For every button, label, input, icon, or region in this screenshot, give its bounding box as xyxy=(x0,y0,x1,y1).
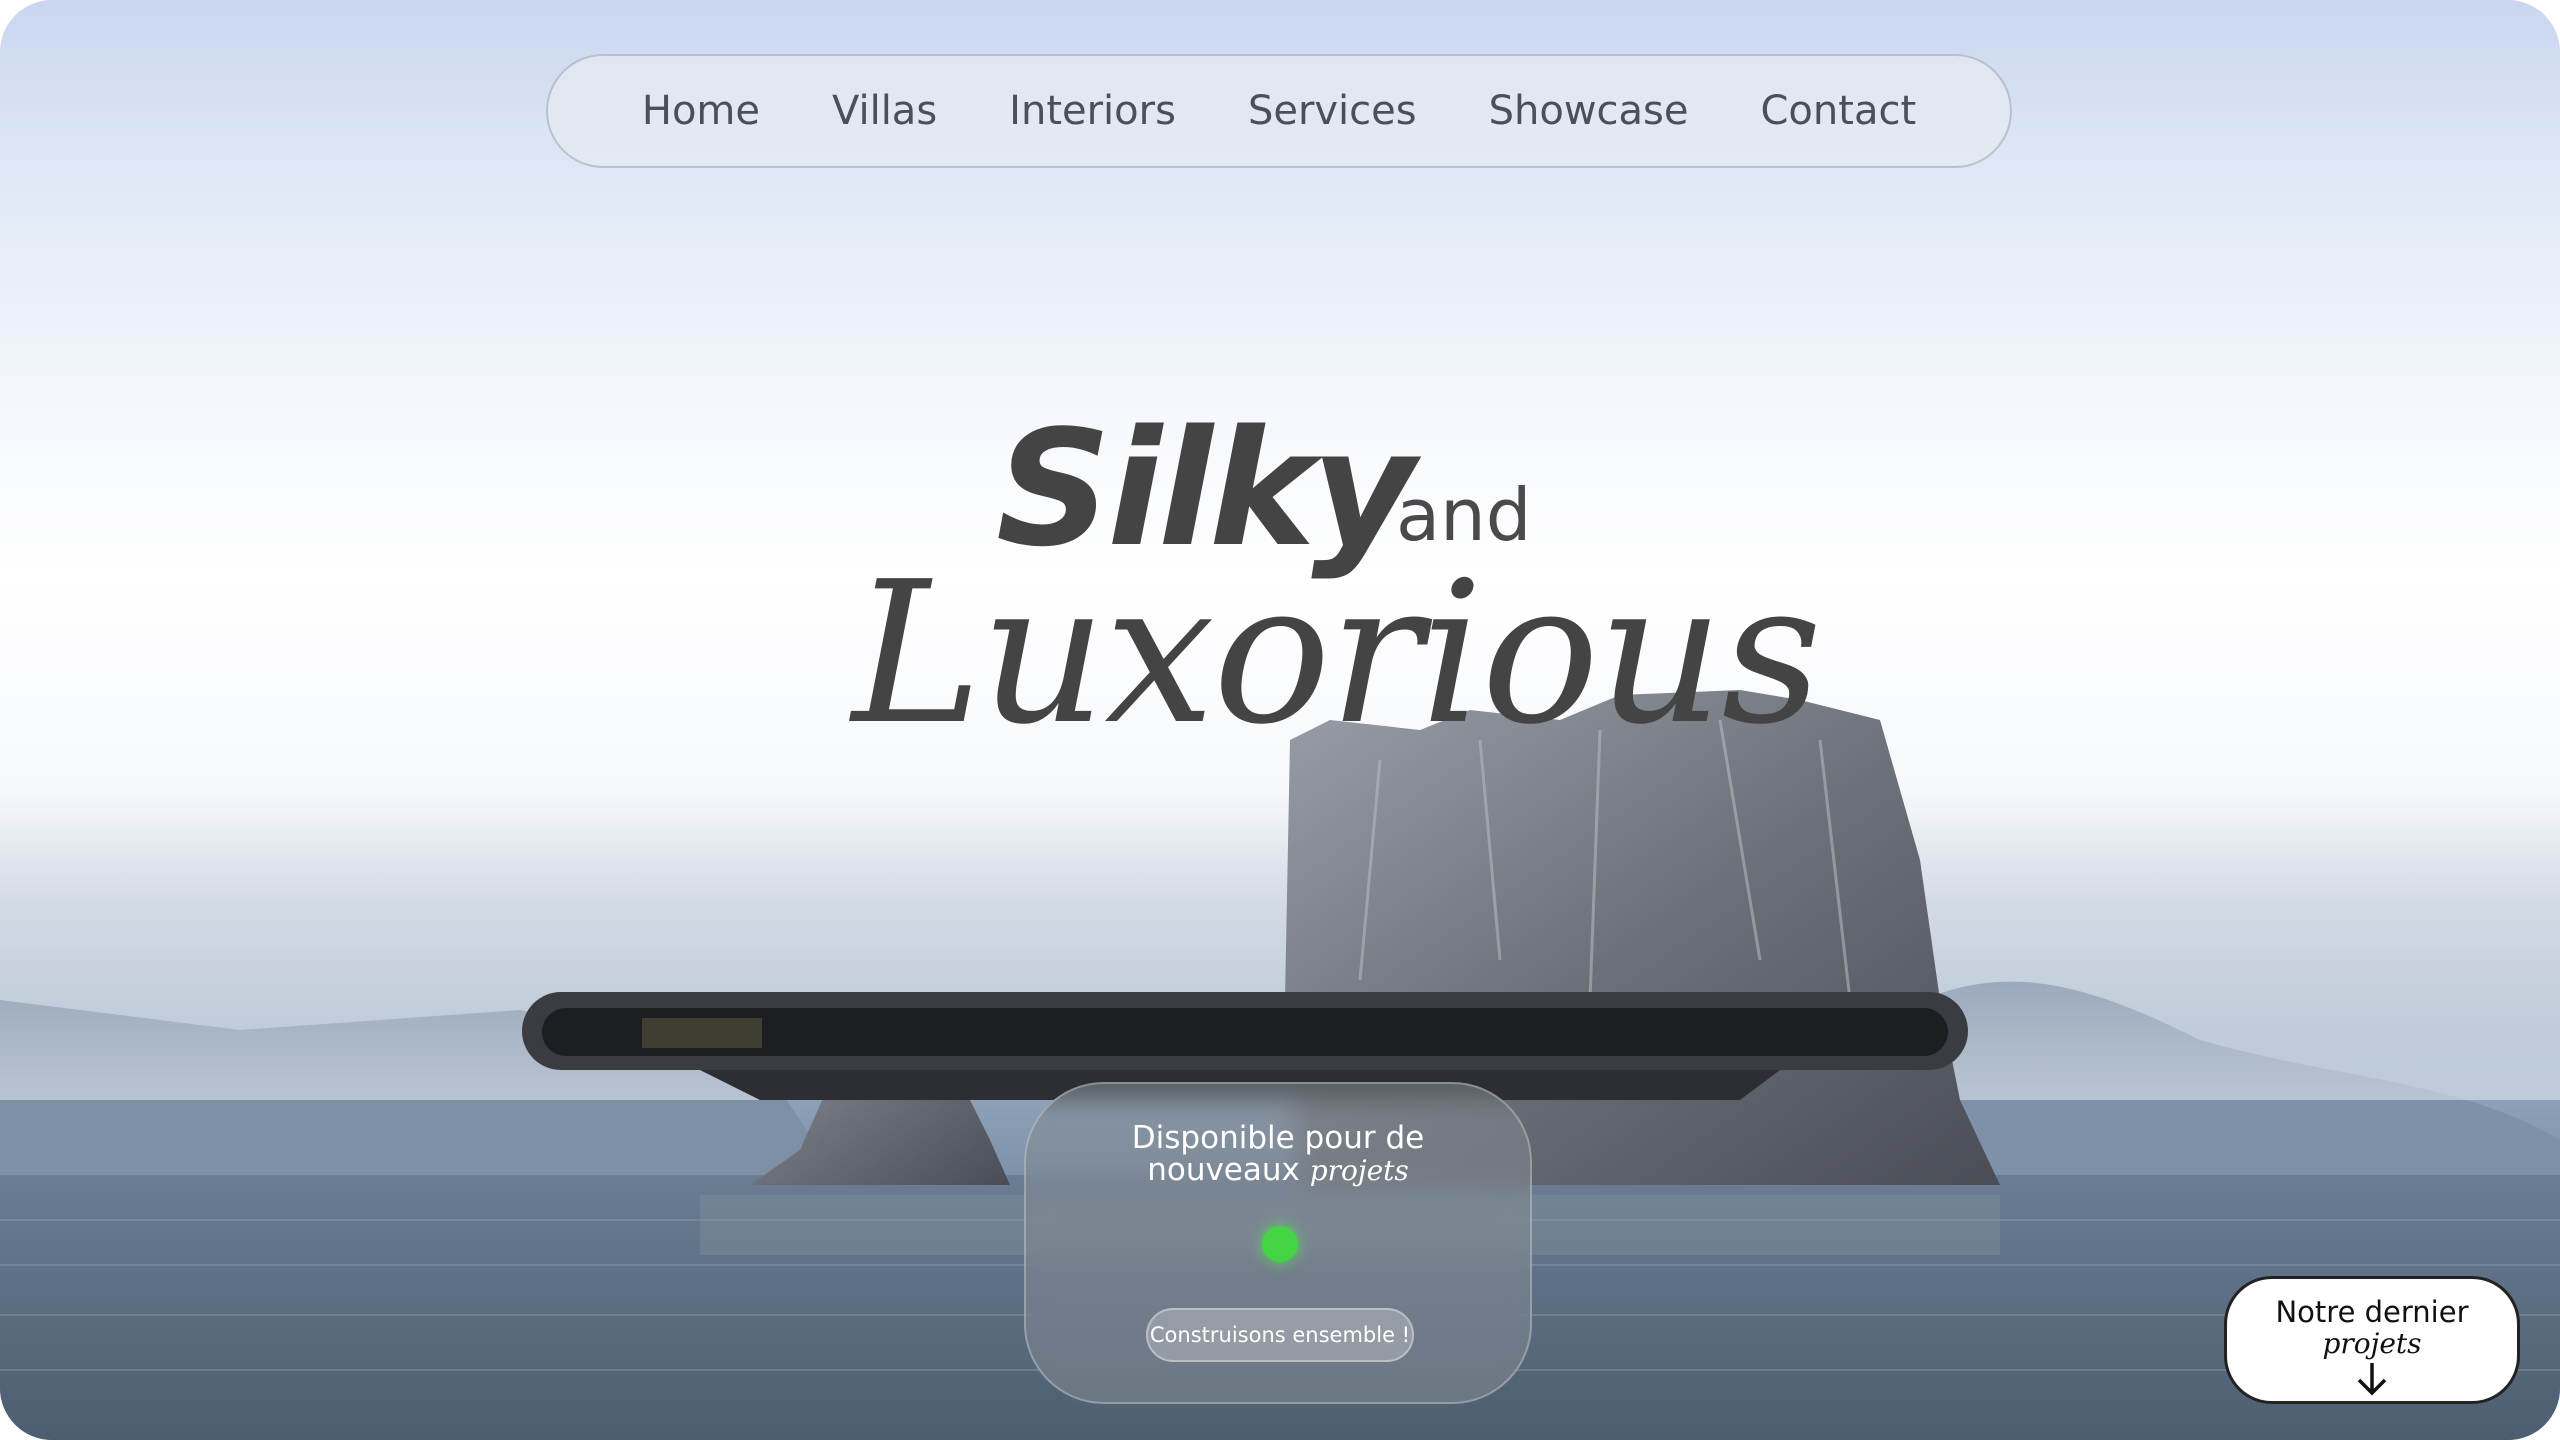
page-frame: Home Villas Interiors Services Showcase … xyxy=(0,0,2560,1440)
nav-services[interactable]: Services xyxy=(1248,88,1417,134)
contact-cta-button[interactable]: Construisons ensemble ! xyxy=(1146,1308,1414,1362)
availability-line1: Disponible pour de xyxy=(1131,1120,1425,1156)
nav-interiors[interactable]: Interiors xyxy=(1009,88,1176,134)
nav-contact[interactable]: Contact xyxy=(1761,88,1917,134)
nav-home[interactable]: Home xyxy=(642,88,760,134)
nav-villas[interactable]: Villas xyxy=(832,88,937,134)
availability-line2-italic: projets xyxy=(1309,1154,1409,1187)
availability-text: Disponible pour de nouveaux projets xyxy=(1026,1122,1530,1187)
latest-projects-line2: projets xyxy=(2322,1327,2422,1360)
main-nav: Home Villas Interiors Services Showcase … xyxy=(546,54,2012,168)
arrow-down-icon xyxy=(2357,1363,2387,1396)
availability-line2: nouveaux xyxy=(1147,1152,1300,1188)
availability-status-dot xyxy=(1262,1226,1298,1262)
availability-card: Disponible pour de nouveaux projets Cons… xyxy=(1024,1082,1532,1404)
nav-showcase[interactable]: Showcase xyxy=(1489,88,1689,134)
latest-projects-button[interactable]: Notre dernier projets xyxy=(2224,1276,2520,1404)
latest-projects-line1: Notre dernier xyxy=(2275,1295,2469,1329)
hero-title-luxorious: Luxorious xyxy=(852,540,1822,768)
